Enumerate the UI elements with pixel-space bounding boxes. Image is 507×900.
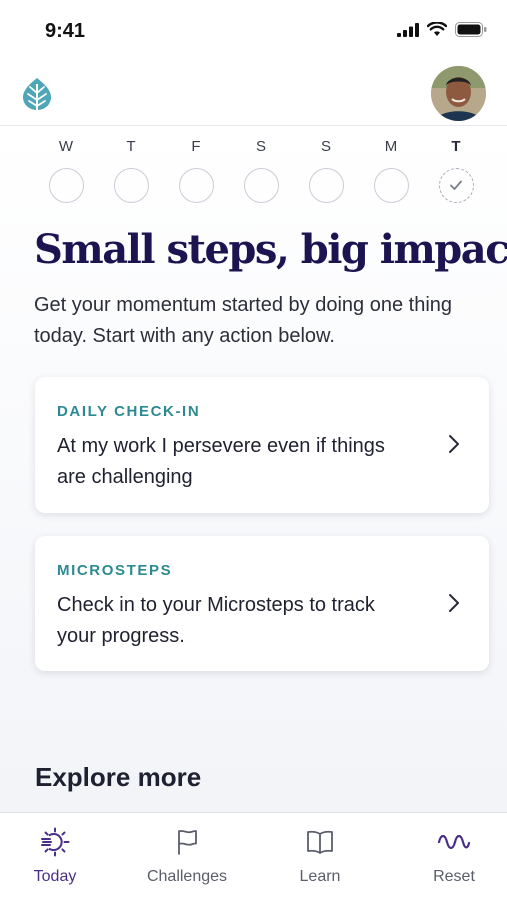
status-time: 9:41: [45, 20, 86, 42]
day-letter: T: [451, 138, 461, 155]
tab-label: Today: [33, 868, 77, 885]
avatar[interactable]: [431, 66, 486, 121]
page-headline: Small steps, big impact: [34, 226, 507, 273]
tab-challenges[interactable]: Challenges: [132, 813, 242, 900]
day-progress-circle: [178, 168, 214, 203]
checkmark-icon: [449, 180, 462, 190]
sun-icon: [41, 827, 70, 857]
chevron-right-icon: [449, 594, 459, 612]
wave-icon: [437, 834, 471, 850]
day-progress-circle: [308, 168, 344, 203]
status-bar: 9:41: [0, 0, 507, 62]
user-avatar: [431, 66, 486, 121]
day-friday[interactable]: F: [178, 138, 214, 203]
page-subtext: Get your momentum started by doing one t…: [34, 294, 453, 347]
day-sunday[interactable]: S: [308, 138, 344, 203]
day-letter: M: [384, 138, 398, 155]
book-icon: [307, 830, 333, 854]
day-thursday[interactable]: T: [113, 138, 149, 203]
bottom-tab-bar: Today Challenges Learn Reset: [0, 812, 507, 900]
tab-label: Learn: [299, 868, 341, 885]
explore-more-heading: Explore more: [35, 762, 202, 792]
day-wednesday[interactable]: W: [48, 138, 84, 203]
day-letter: T: [126, 138, 136, 155]
microsteps-card[interactable]: MICROSTEPS Check in to your Microsteps t…: [35, 536, 489, 671]
card-eyebrow: MICROSTEPS: [57, 562, 173, 579]
leaf-logo-icon[interactable]: [20, 76, 54, 112]
app-header: [0, 62, 507, 126]
today-content[interactable]: W T F S S M T Small steps, big impact Ge…: [0, 126, 507, 812]
week-tracker: W T F S S M T: [34, 138, 490, 208]
day-saturday[interactable]: S: [243, 138, 279, 203]
tab-label: Challenges: [146, 868, 228, 885]
tab-today[interactable]: Today: [0, 813, 110, 900]
day-tuesday-today[interactable]: T: [438, 138, 474, 203]
flag-icon: [178, 830, 197, 855]
card-eyebrow: DAILY CHECK-IN: [57, 403, 201, 420]
chevron-right-icon: [449, 435, 459, 453]
card-text: Check in to your Microsteps to track you…: [57, 594, 375, 647]
day-progress-circle-today: [438, 168, 474, 203]
tab-learn[interactable]: Learn: [265, 813, 375, 900]
day-letter: F: [191, 138, 201, 155]
daily-check-in-card[interactable]: DAILY CHECK-IN At my work I persevere ev…: [35, 377, 489, 513]
day-letter: S: [320, 138, 331, 155]
day-progress-circle: [373, 168, 409, 203]
tab-reset[interactable]: Reset: [399, 813, 507, 900]
cellular-signal-icon: [397, 22, 419, 37]
wifi-icon: [427, 22, 447, 36]
status-icons: [397, 22, 487, 37]
card-text: At my work I persevere even if things ar…: [57, 435, 385, 488]
day-progress-circle: [48, 168, 84, 203]
day-letter: S: [255, 138, 266, 155]
day-progress-circle: [113, 168, 149, 203]
tab-label: Reset: [433, 868, 475, 885]
day-letter: W: [58, 138, 74, 155]
day-monday[interactable]: M: [373, 138, 409, 203]
day-progress-circle: [243, 168, 279, 203]
battery-icon: [455, 22, 487, 37]
